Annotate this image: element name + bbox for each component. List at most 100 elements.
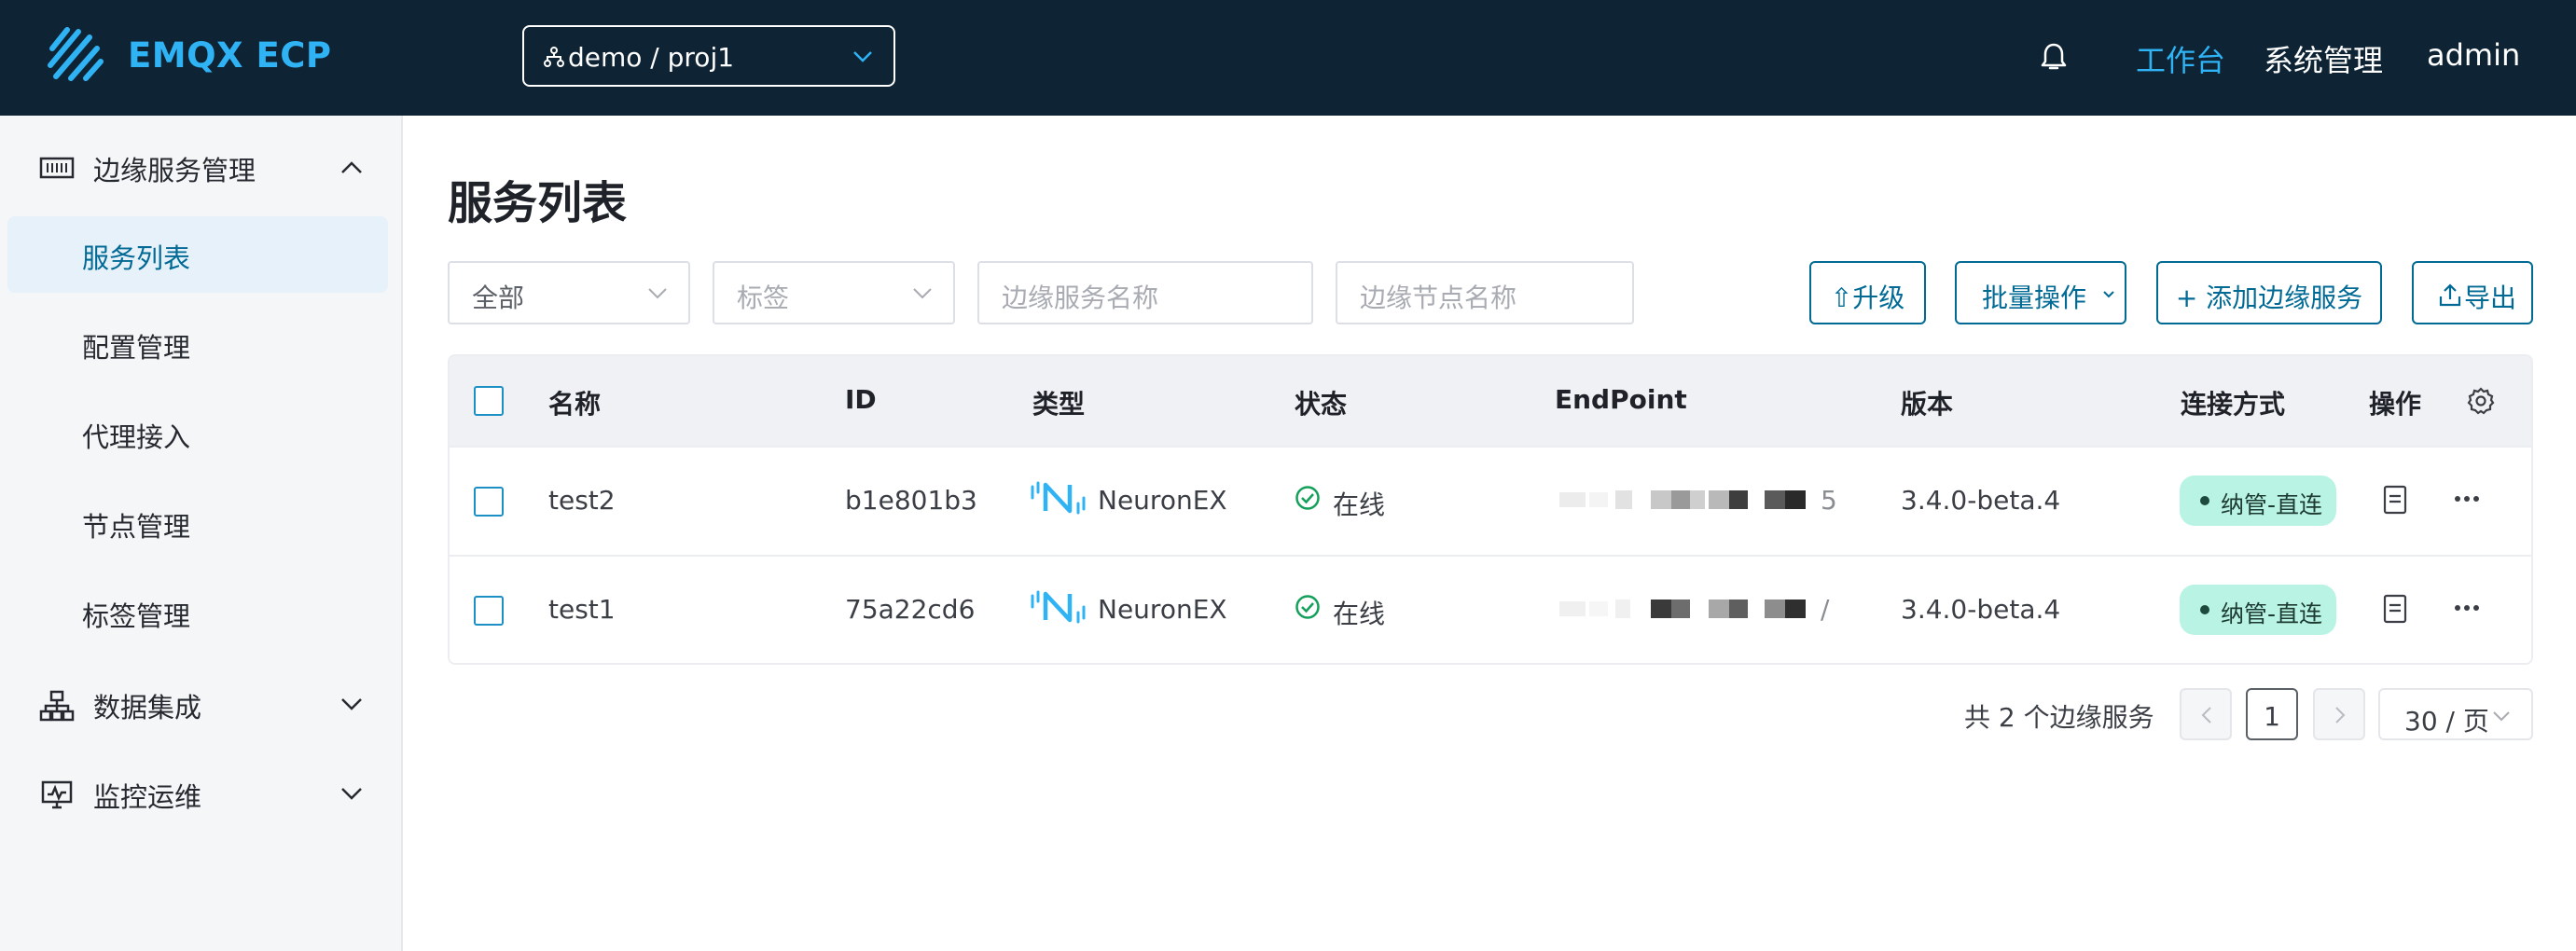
neuronex-logo-icon [1031,481,1086,515]
column-actions: 操作 [2369,389,2422,420]
notification-bell-icon[interactable] [2039,41,2069,73]
chevron-down-icon [648,288,667,299]
project-selector-value: demo / proj1 [568,42,735,73]
sitemap-icon [39,690,75,722]
badge-dot [2200,496,2209,505]
sidebar-item-config[interactable]: 配置管理 [7,306,388,382]
sidebar-item-label: 配置管理 [82,332,191,364]
service-type: NeuronEX [1098,594,1227,625]
column-connection: 连接方式 [2181,389,2286,420]
service-version: 3.4.0-beta.4 [1901,485,2061,516]
connection-label: 纳管-直连 [2221,491,2323,518]
online-check-circle-icon [1295,486,1320,510]
column-type: 类型 [1032,389,1086,420]
sidebar-item-service-list[interactable]: 服务列表 [7,216,388,293]
barcode-icon [39,157,75,179]
table-row[interactable]: test1 75a22cd6 NeuronEX 在线 / 3.4.0-beta.… [450,555,2531,663]
service-version: 3.4.0-beta.4 [1901,594,2061,625]
neuronex-logo-icon [1031,590,1086,624]
service-name-placeholder: 边缘服务名称 [1002,283,1159,313]
column-name: 名称 [548,389,602,420]
sidebar-item-nodes[interactable]: 节点管理 [7,485,388,561]
upgrade-button-label: ⇧升级 [1830,283,1905,313]
sidebar: 边缘服务管理 服务列表 配置管理 代理接入 节点管理 标签管理 数据集成 监控运… [0,116,403,951]
document-detail-icon[interactable] [2383,485,2407,515]
type-select[interactable]: 全部 [448,261,690,324]
tag-select-placeholder: 标签 [737,283,790,313]
sidebar-group-data-integration[interactable]: 数据集成 [0,671,403,737]
sidebar-group-label: 监控运维 [93,781,202,813]
service-name-search-input[interactable]: 边缘服务名称 [977,261,1313,324]
nav-workbench[interactable]: 工作台 [2136,37,2225,80]
top-header: EMQX ECP demo / proj1 工作台 系统管理 admin [0,0,2576,116]
document-detail-icon[interactable] [2383,594,2407,624]
pagination-total: 共 2 个边缘服务 [1964,702,2154,733]
row-checkbox[interactable] [474,596,504,626]
service-type: NeuronEX [1098,485,1227,516]
sidebar-group-monitoring[interactable]: 监控运维 [0,761,403,826]
select-all-checkbox[interactable] [474,386,504,416]
node-name-placeholder: 边缘节点名称 [1360,283,1517,313]
page-title: 服务列表 [448,177,628,229]
sidebar-item-label: 节点管理 [82,511,191,543]
add-edge-service-button[interactable]: + 添加边缘服务 [2156,261,2382,324]
online-check-circle-icon [1295,595,1320,619]
page-number: 1 [2264,701,2280,732]
service-table: 名称 ID 类型 状态 EndPoint 版本 连接方式 操作 test2 b1… [448,354,2533,665]
page-number-button[interactable]: 1 [2246,688,2298,740]
export-button[interactable]: 导出 [2412,261,2533,324]
column-version: 版本 [1901,389,1954,420]
project-selector[interactable]: demo / proj1 [522,25,895,87]
more-actions-icon[interactable] [2453,494,2481,503]
column-id: ID [845,384,877,415]
service-status: 在线 [1333,489,1386,520]
export-icon [2439,283,2461,307]
row-checkbox[interactable] [474,487,504,517]
add-edge-service-label: + 添加边缘服务 [2175,283,2363,313]
more-actions-icon[interactable] [2453,603,2481,613]
sidebar-group-edge-service[interactable]: 边缘服务管理 [0,134,403,200]
chevron-down-icon [853,51,872,62]
sidebar-item-proxy[interactable]: 代理接入 [7,395,388,472]
badge-dot [2200,605,2209,614]
batch-operations-button[interactable]: 批量操作 [1955,261,2126,324]
sidebar-group-label: 数据集成 [93,692,202,724]
sidebar-item-tags[interactable]: 标签管理 [7,574,388,651]
connection-label: 纳管-直连 [2221,600,2323,627]
endpoint-trailing: 5 [1821,485,1837,516]
next-page-button[interactable] [2313,688,2365,740]
chevron-down-icon [341,788,362,800]
sidebar-item-label: 标签管理 [82,600,191,632]
type-select-value: 全部 [472,283,525,313]
column-endpoint: EndPoint [1555,384,1687,415]
chevron-down-icon [2493,711,2510,722]
sidebar-item-label: 服务列表 [82,242,191,274]
tag-select[interactable]: 标签 [713,261,955,324]
service-id: 75a22cd6 [845,594,976,625]
upgrade-button[interactable]: ⇧升级 [1809,261,1926,324]
user-menu[interactable]: admin [2427,37,2520,73]
emqx-logo-icon [48,27,104,81]
export-button-label: 导出 [2464,283,2517,313]
node-name-search-input[interactable]: 边缘节点名称 [1336,261,1634,324]
brand-name: EMQX ECP [128,35,332,76]
nav-system-management[interactable]: 系统管理 [2264,37,2383,80]
service-name: test1 [548,594,616,625]
chevron-down-icon [913,288,932,299]
connection-badge: 纳管-直连 [2180,585,2336,635]
chevron-up-icon [341,161,362,173]
chevron-down-icon [341,698,362,710]
connection-badge: 纳管-直连 [2180,476,2336,526]
service-status: 在线 [1333,599,1386,629]
endpoint-trailing: / [1821,594,1830,625]
table-row[interactable]: test2 b1e801b3 NeuronEX 在线 5 3.4.0-beta.… [450,446,2531,555]
page-size-select[interactable]: 30 / 页 [2378,688,2533,740]
service-name: test2 [548,485,616,516]
prev-page-button[interactable] [2180,688,2232,740]
column-status: 状态 [1295,389,1348,420]
chevron-right-icon [2335,707,2346,724]
monitor-icon [41,780,73,809]
page-size-value: 30 / 页 [2404,706,2489,737]
chevron-left-icon [2201,707,2211,724]
column-settings-gear-icon[interactable] [2466,386,2496,416]
